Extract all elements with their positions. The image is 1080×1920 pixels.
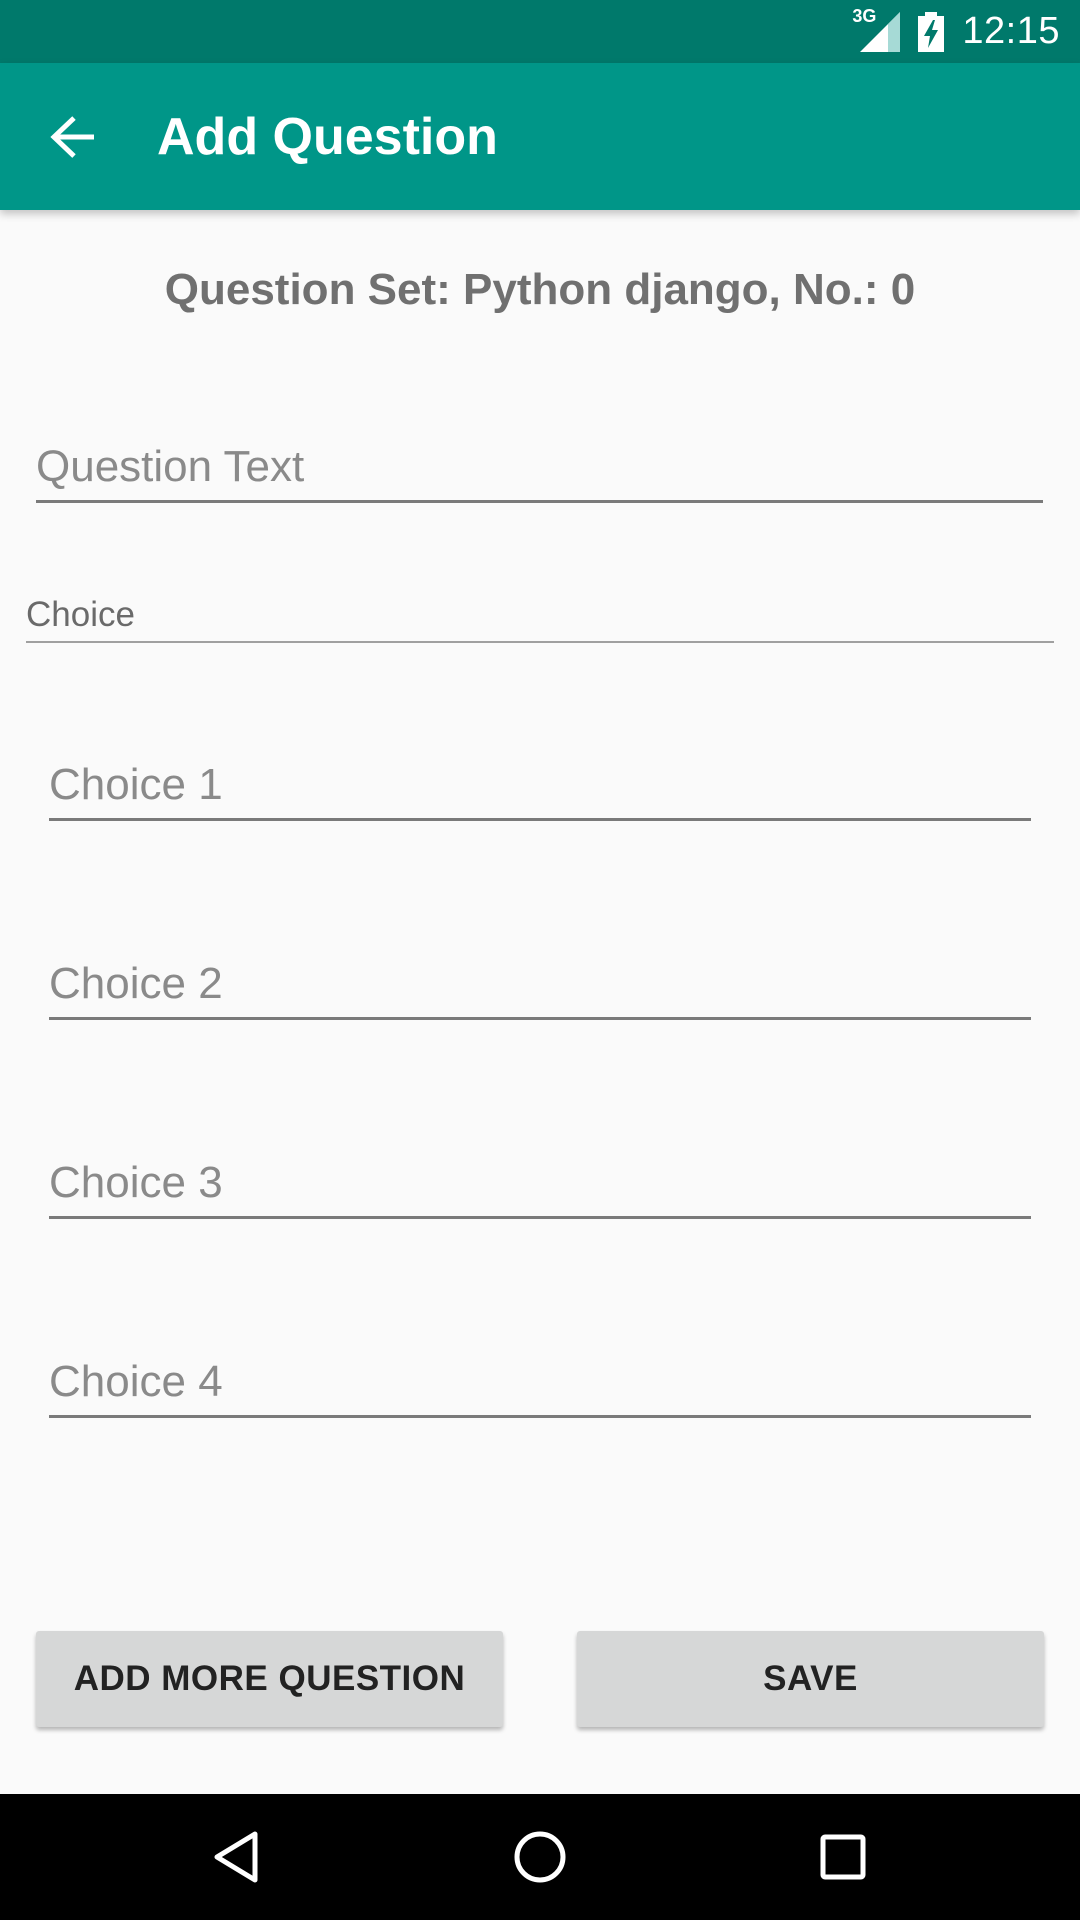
choice-section-label: Choice [26, 595, 135, 634]
question-text-field [36, 430, 1043, 503]
app-bar: Add Question [0, 63, 1080, 210]
back-button[interactable] [36, 103, 112, 171]
save-button[interactable]: SAVE [577, 1631, 1044, 1727]
choice-4-input[interactable] [49, 1357, 1031, 1407]
signal-icon: 3G [852, 6, 901, 52]
choice-3-input[interactable] [49, 1158, 1031, 1208]
question-text-input[interactable] [36, 442, 1043, 492]
nav-home-button[interactable] [500, 1822, 580, 1892]
choice-4-field [49, 1347, 1031, 1418]
choice-1-field [49, 750, 1031, 821]
home-circle-icon [514, 1831, 566, 1883]
status-bar: 3G 12:15 [0, 0, 1080, 63]
choice-section: Choice [26, 595, 1054, 643]
choice-1-input[interactable] [49, 760, 1031, 810]
question-set-header: Question Set: Python django, No.: 0 [164, 265, 916, 314]
recents-square-icon [820, 1834, 866, 1880]
back-triangle-icon [214, 1831, 258, 1883]
choice-3-field [49, 1148, 1031, 1219]
nav-recents-button[interactable] [803, 1822, 883, 1892]
add-more-question-button[interactable]: ADD MORE QUESTION [36, 1631, 503, 1727]
choice-2-input[interactable] [49, 959, 1031, 1009]
network-3g-icon: 3G [852, 5, 877, 26]
status-icons: 3G 12:15 [852, 0, 1060, 63]
status-time: 12:15 [962, 10, 1060, 52]
battery-charging-icon [918, 11, 945, 52]
page-title: Add Question [157, 107, 498, 166]
choice-2-field [49, 949, 1031, 1020]
arrow-back-icon [50, 116, 94, 158]
nav-back-button[interactable] [196, 1822, 276, 1892]
navigation-bar [0, 1794, 1080, 1920]
